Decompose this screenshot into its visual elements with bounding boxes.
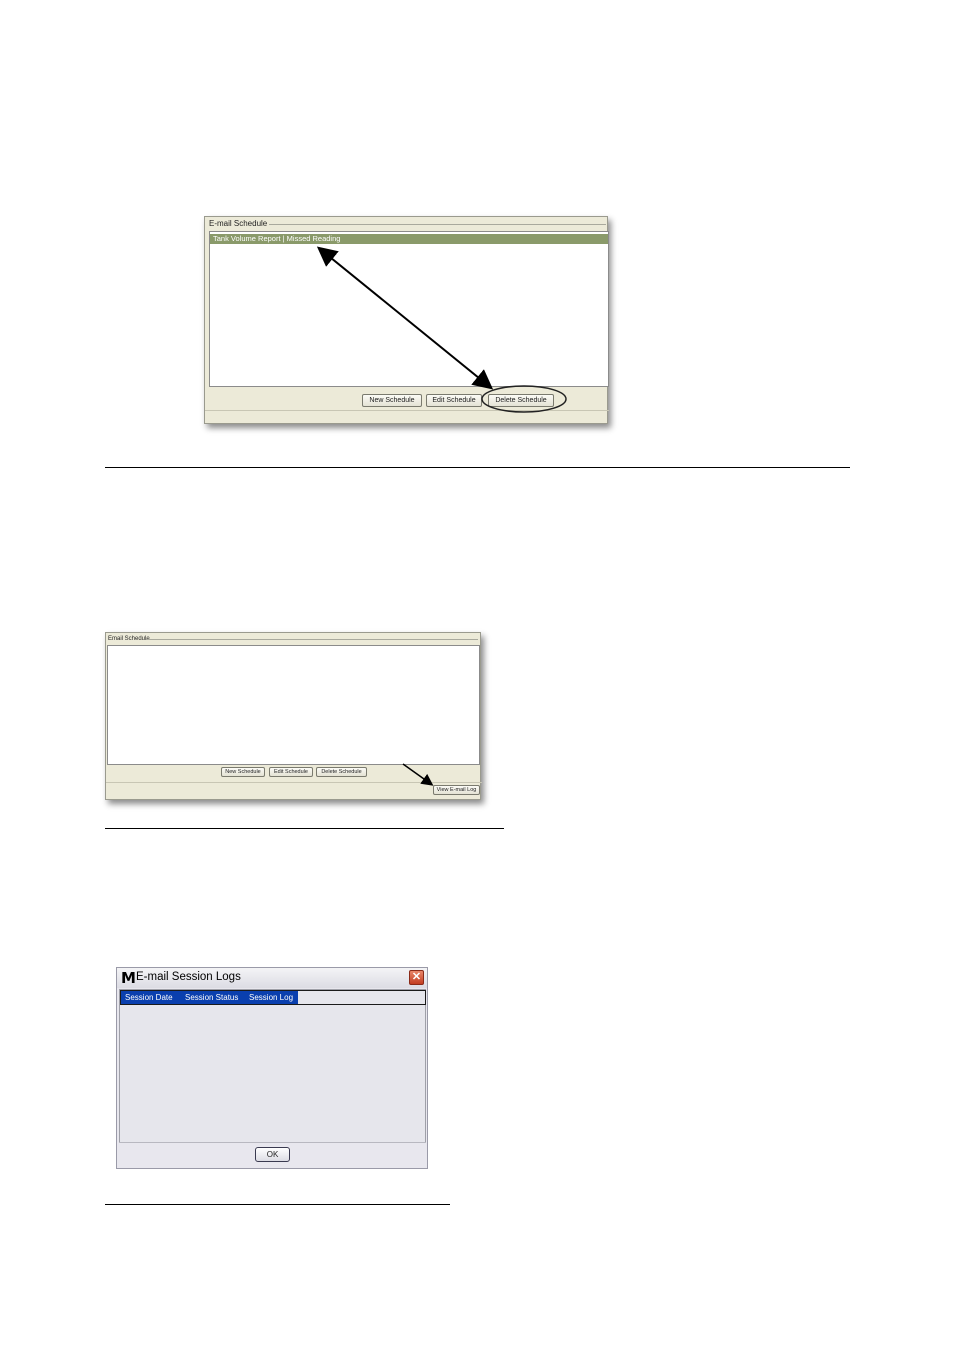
title-bar: M E-mail Session Logs ✕ [117, 968, 427, 988]
log-table: Session Date Session Status Session Log [119, 989, 426, 1143]
callout-arrow-1 [316, 246, 567, 413]
group-label: E-mail Schedule [207, 219, 270, 229]
table-header: Session Date Session Status Session Log [120, 990, 426, 1005]
view-email-log-button[interactable]: View E-mail Log [433, 785, 480, 795]
highlight-ellipse [481, 385, 567, 413]
email-session-logs-window: M E-mail Session Logs ✕ Session Date Ses… [116, 967, 428, 1169]
callout-arrow-2 [402, 763, 434, 786]
group-label: Email Schedule [106, 635, 152, 643]
caption-rule-3 [105, 1204, 450, 1205]
close-icon[interactable]: ✕ [409, 970, 424, 985]
ok-button[interactable]: OK [255, 1147, 290, 1162]
column-header-session-date[interactable]: Session Date [121, 991, 181, 1004]
column-header-session-status[interactable]: Session Status [181, 991, 245, 1004]
caption-rule-2 [105, 828, 504, 829]
delete-schedule-button[interactable]: Delete Schedule [316, 767, 367, 777]
edit-schedule-button[interactable]: Edit Schedule [269, 767, 313, 777]
caption-rule-1 [105, 467, 850, 468]
footer-divider [119, 1142, 426, 1143]
window-title: E-mail Session Logs [136, 971, 241, 983]
schedule-list[interactable] [107, 645, 480, 765]
group-border [146, 639, 478, 640]
column-header-session-log[interactable]: Session Log [245, 991, 298, 1004]
app-logo-icon: M [121, 969, 136, 987]
new-schedule-button[interactable]: New Schedule [221, 767, 265, 777]
